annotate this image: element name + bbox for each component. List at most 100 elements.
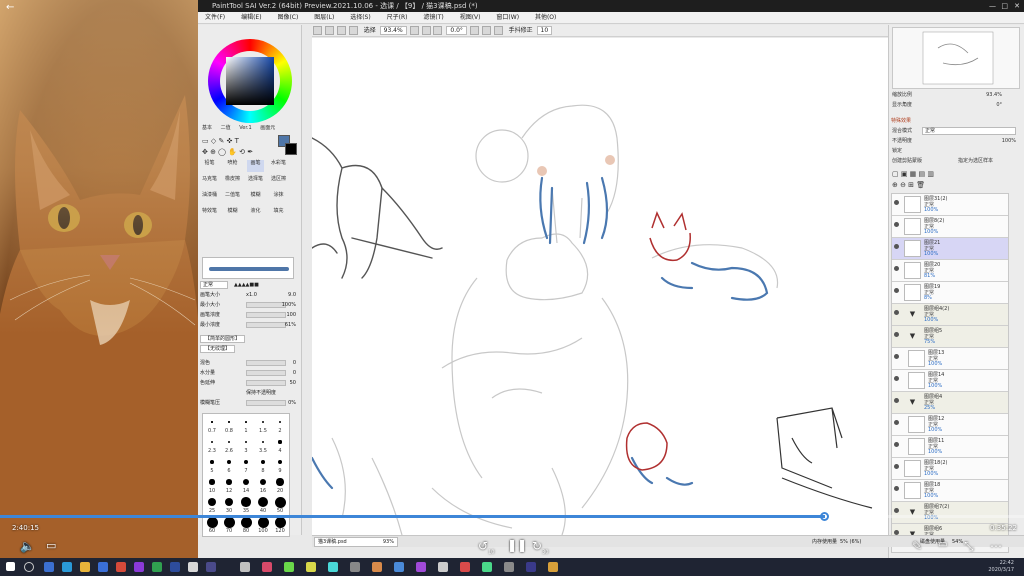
brush-size-dot[interactable] [228,421,230,423]
video-progress-bar[interactable] [0,512,1024,521]
eye-icon[interactable] [894,464,899,469]
tool-eraser[interactable]: 橡皮擦 [224,176,241,188]
layer-ops-icon[interactable]: ⊕ ⊖ ⊞ 🗑 [892,181,1020,190]
brush-size-dot[interactable] [244,440,248,444]
menu-ruler[interactable]: 尺子(R) [380,12,415,24]
zoom-fit-button[interactable] [433,26,443,35]
app-icon-18[interactable] [504,562,514,572]
brush-size-dot[interactable] [257,496,269,508]
angle-field[interactable]: 0.0° [446,26,467,35]
layer-item[interactable]: 图层19 正常 8% [892,282,1008,304]
tool-bucket[interactable]: 油漆桶 [201,192,218,204]
app-icon-7[interactable] [262,562,272,572]
app-icon-16[interactable] [460,562,470,572]
tool-smudge[interactable]: 涂抹 [270,192,287,204]
layer-item[interactable]: 图层31(2) 正常 100% [892,194,1008,216]
layer-folder[interactable]: ▼ 图层组4 正常 25% [892,392,1008,414]
min-density-slider[interactable] [246,322,286,328]
tool-blur-2[interactable]: 模糊 [224,208,241,220]
tab-ver1[interactable]: Ver.1 [239,123,251,133]
brush-size-dot[interactable] [257,516,269,528]
hold-slider[interactable] [246,380,286,386]
menu-image[interactable]: 图像(C) [270,12,305,24]
undo-button[interactable] [313,26,322,35]
pause-icon[interactable]: ❚❚ [507,538,527,552]
brush-size-dot[interactable] [262,421,264,423]
layer-item[interactable]: 图层18 正常 100% [892,480,1008,502]
secondary-color-swatch[interactable] [285,143,297,155]
menu-layer[interactable]: 图层(L) [307,12,341,24]
layer-folder[interactable]: ▼ 图层组7(2) 正常 100% [892,502,1008,524]
eye-icon[interactable] [894,398,899,403]
tab-basic[interactable]: 基本 [202,123,212,133]
layer-item[interactable]: 图层20 正常 81% [892,260,1008,282]
brush-size-dot[interactable] [206,516,218,528]
layer-item[interactable]: 图层12 正常 100% [892,414,1008,436]
tool-binary[interactable]: 二值笔 [224,192,241,204]
rewind-icon[interactable]: ↺10 [478,539,494,555]
layer-opacity-value[interactable]: 100% [1002,137,1016,146]
tool-select-pen[interactable]: 选择笔 [247,176,264,188]
menu-file[interactable]: 文件(F) [198,12,232,24]
minimize-player-icon[interactable]: ⤡ [964,539,974,554]
eye-icon[interactable] [894,420,899,425]
layer-item[interactable]: 图层11 正常 100% [892,436,1008,458]
search-icon[interactable] [24,562,34,572]
blend-mode-select[interactable]: 正常 [200,281,229,289]
app-icon-8[interactable] [284,562,294,572]
layer-list[interactable]: 图层31(2) 正常 100% 图层8(2) 正常 100% 图层21 正常 100% 图层20 正… [891,193,1009,553]
back-arrow-icon[interactable]: ← [6,2,14,13]
eye-icon[interactable] [894,376,899,381]
density-slider[interactable] [246,312,286,318]
tool-liquify[interactable]: 液化 [247,208,264,220]
eye-icon[interactable] [894,244,899,249]
color-square[interactable] [226,57,274,105]
brush-size-dot[interactable] [260,459,266,465]
menu-edit[interactable]: 编辑(E) [234,12,268,24]
app-icon-9[interactable] [306,562,316,572]
layer-folder[interactable]: ▼ 图层组4(2) 正常 100% [892,304,1008,326]
layer-item[interactable]: 图层8(2) 正常 100% [892,216,1008,238]
minimize-icon[interactable]: — [989,0,996,12]
app-icon-4[interactable] [170,562,180,572]
stabilizer-field[interactable]: 10 [536,26,553,35]
brush-size-dot[interactable] [274,516,286,528]
app-icon-17[interactable] [482,562,492,572]
brush-shape-select[interactable]: 【简单的圆形】 [200,335,246,343]
eye-icon[interactable] [894,354,899,359]
tab-binary[interactable]: 二值 [221,123,231,133]
brush-size-dot[interactable] [211,421,213,423]
brush-size-dot[interactable] [243,479,249,485]
brush-size-dot[interactable] [224,497,234,507]
size-value[interactable]: 9.0 [288,290,296,300]
eye-icon[interactable] [894,442,899,447]
rotate-reset-button[interactable] [493,26,503,35]
brush-size-dot[interactable] [227,440,231,444]
eye-icon[interactable] [894,266,899,271]
explorer-icon[interactable] [80,562,90,572]
rotate-left-button[interactable] [469,26,479,35]
zoom-out-button[interactable] [409,26,419,35]
brush-size-dot[interactable] [278,420,282,424]
document-tab[interactable]: 猫3课稿.psd 93% [314,537,398,547]
brush-size-dot[interactable] [209,479,215,485]
app-icon-15[interactable] [438,562,448,572]
drawing-canvas[interactable] [312,38,898,535]
eye-icon[interactable] [894,288,899,293]
effects-section-label[interactable]: 特殊效果 [891,117,1019,124]
tool-effect[interactable]: 特效笔 [201,208,218,220]
eye-icon[interactable] [894,508,899,513]
app-icon-14[interactable] [416,562,426,572]
eye-icon[interactable] [894,486,899,491]
app-icon-11[interactable] [350,562,360,572]
app-icon-12[interactable] [372,562,382,572]
sai-taskbar-icon[interactable] [240,562,250,572]
menu-select[interactable]: 选择(S) [343,12,378,24]
volume-icon[interactable]: 🔈 [20,539,35,553]
tool-blur[interactable]: 模糊 [247,192,264,204]
min-size-slider[interactable] [246,302,286,308]
tab-screen[interactable]: 画面元 [260,123,275,133]
brush-size-dot[interactable] [276,478,284,486]
keep-opacity-checkbox[interactable]: 保持不透明度 [246,388,276,398]
layer-item[interactable]: 图层13 正常 100% [892,348,1008,370]
